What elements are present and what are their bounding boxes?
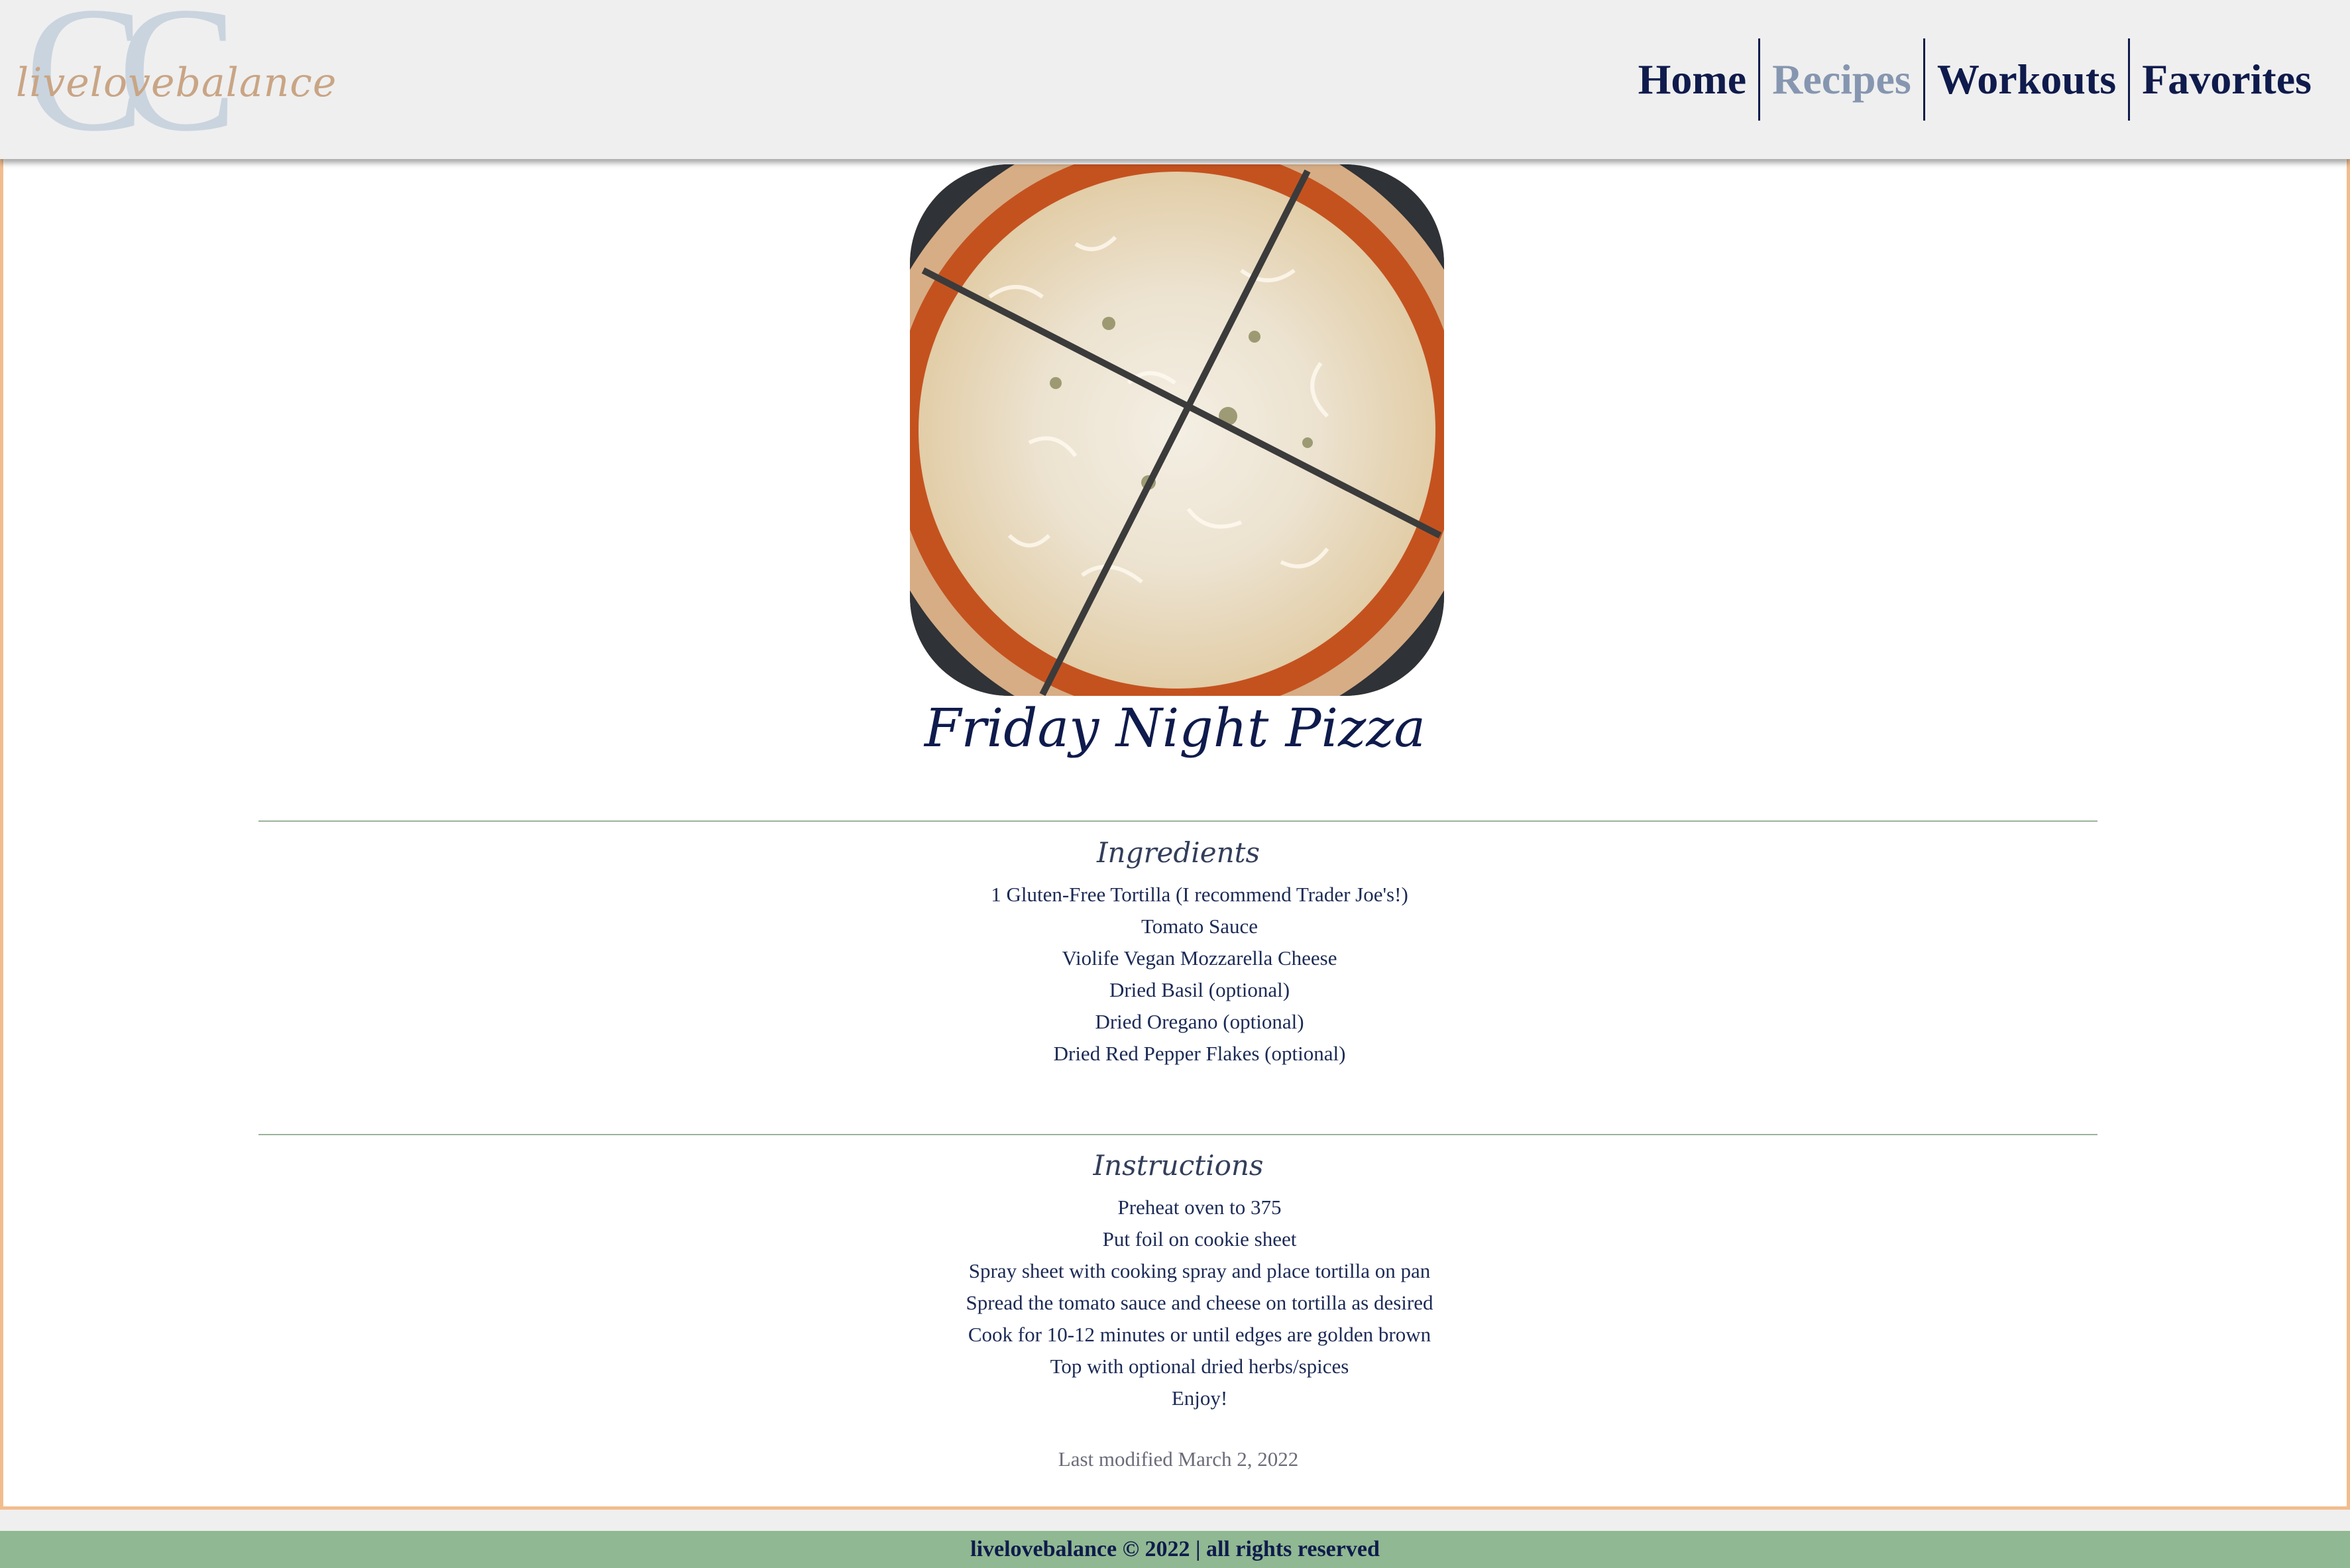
- recipe-title: Friday Night Pizza: [924, 697, 1426, 759]
- instructions-list: Preheat oven to 375 Put foil on cookie sh…: [3, 1192, 2350, 1414]
- ingredient-item: 1 Gluten-Free Tortilla (I recommend Trad…: [991, 883, 1408, 906]
- divider-top: [258, 820, 2098, 822]
- ingredient-item: Dried Oregano (optional): [1095, 1010, 1304, 1033]
- divider-middle: [258, 1134, 2098, 1135]
- ingredients-list: 1 Gluten-Free Tortilla (I recommend Trad…: [3, 879, 2350, 1070]
- recipe-card: Friday Night Pizza Ingredients 1 Gluten-…: [0, 159, 2350, 1510]
- ingredients-heading: Ingredients: [1096, 836, 1260, 869]
- instruction-item: Cook for 10-12 minutes or until edges ar…: [968, 1323, 1431, 1346]
- ingredient-item: Dried Basil (optional): [1109, 978, 1290, 1001]
- site-footer: livelovebalance © 2022 | all rights rese…: [0, 1531, 2350, 1568]
- logo-script-name: livelovebalance: [16, 60, 337, 106]
- instruction-item: Top with optional dried herbs/spices: [1050, 1355, 1349, 1378]
- pizza-image: [910, 164, 1444, 696]
- ingredient-item: Tomato Sauce: [1141, 915, 1259, 938]
- instruction-item: Put foil on cookie sheet: [1102, 1227, 1297, 1251]
- instruction-item: Spread the tomato sauce and cheese on to…: [966, 1291, 1433, 1314]
- nav-workouts[interactable]: Workouts: [1923, 38, 2128, 121]
- main-nav: Home Recipes Workouts Favorites: [1626, 38, 2323, 121]
- nav-recipes[interactable]: Recipes: [1758, 38, 1923, 121]
- instructions-heading: Instructions: [1093, 1149, 1264, 1182]
- nav-favorites[interactable]: Favorites: [2128, 38, 2323, 121]
- site-logo[interactable]: CC livelovebalance: [12, 0, 336, 159]
- site-header: CC livelovebalance Home Recipes Workouts…: [0, 0, 2350, 159]
- recipe-photo: [910, 164, 1444, 696]
- ingredient-item: Violife Vegan Mozzarella Cheese: [1062, 946, 1337, 970]
- ingredient-item: Dried Red Pepper Flakes (optional): [1053, 1042, 1346, 1065]
- nav-home[interactable]: Home: [1626, 38, 1759, 121]
- instruction-item: Enjoy!: [1171, 1386, 1228, 1410]
- instruction-item: Spray sheet with cooking spray and place…: [968, 1259, 1431, 1282]
- last-modified: Last modified March 2, 2022: [1058, 1447, 1299, 1471]
- instruction-item: Preheat oven to 375: [1117, 1196, 1282, 1219]
